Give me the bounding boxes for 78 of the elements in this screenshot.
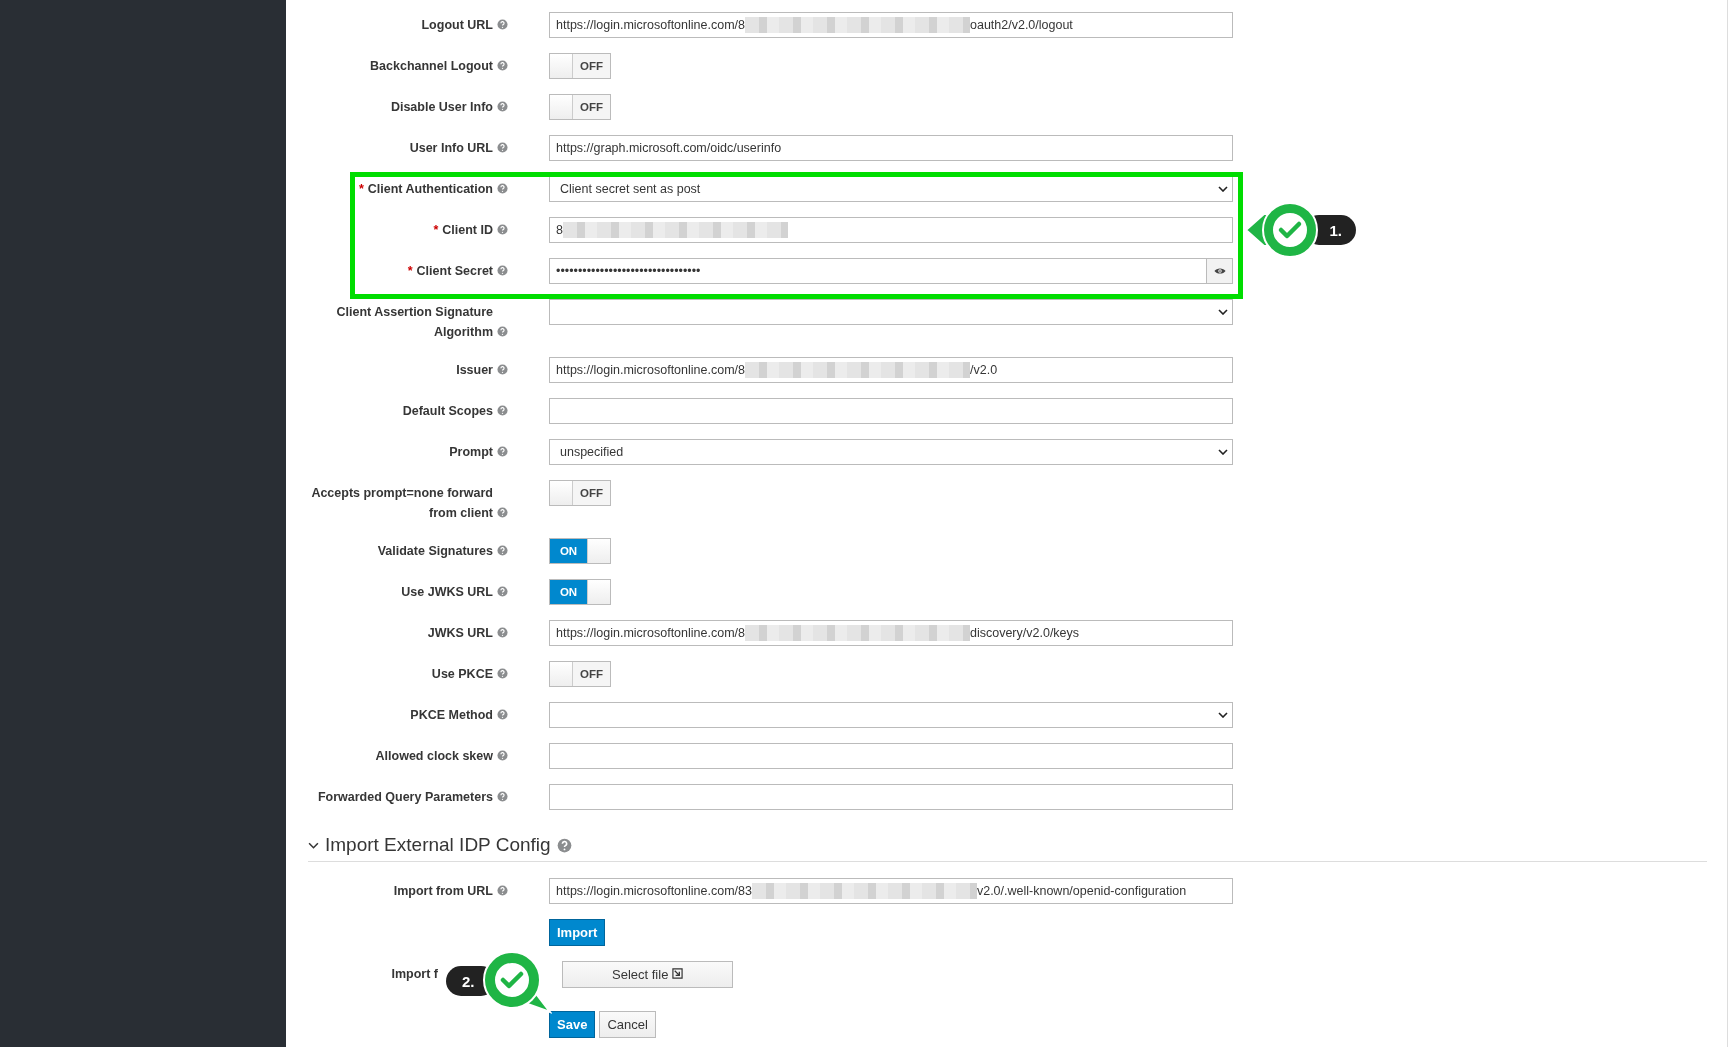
- field-label: Prompt: [449, 444, 493, 461]
- text-field[interactable]: https://login.microsoftonline.com/8 discovery/v2.0/keys: [549, 620, 1233, 646]
- help-icon[interactable]: [497, 750, 508, 761]
- show-password-button[interactable]: [1206, 259, 1232, 283]
- field-label: Allowed clock skew: [375, 748, 493, 765]
- import-button[interactable]: Import: [549, 919, 606, 946]
- cancel-button[interactable]: Cancel: [599, 1011, 656, 1038]
- field-label: Client ID: [442, 222, 493, 239]
- text-field[interactable]: 8: [549, 217, 1233, 243]
- field-label: PKCE Method: [410, 707, 493, 724]
- help-icon[interactable]: [497, 265, 508, 276]
- eye-icon: [1213, 267, 1226, 275]
- select-field[interactable]: Client secret sent as post: [549, 176, 1233, 202]
- caret-icon: [1218, 712, 1228, 718]
- toggle-switch[interactable]: OFF: [549, 480, 611, 506]
- field-label: Accepts prompt=none forward from client: [310, 485, 493, 522]
- import-icon: [672, 968, 683, 979]
- help-icon[interactable]: [497, 709, 508, 720]
- text-field[interactable]: https://login.microsoftonline.com/83 v2.0/.well-known/openid-configuration: [549, 878, 1233, 904]
- field-label: Disable User Info: [390, 99, 493, 116]
- help-icon[interactable]: [497, 326, 508, 337]
- help-icon[interactable]: [497, 885, 508, 896]
- help-icon[interactable]: [497, 545, 508, 556]
- help-icon[interactable]: [497, 183, 508, 194]
- field-label: Forwarded Query Parameters: [317, 789, 493, 806]
- help-icon[interactable]: [497, 60, 508, 71]
- help-icon[interactable]: [497, 446, 508, 457]
- required-mark: *: [433, 223, 439, 237]
- text-field[interactable]: https://graph.microsoft.com/oidc/userinfo: [549, 135, 1233, 161]
- field-label: Client Assertion Signature Algorithm: [335, 304, 493, 341]
- password-field[interactable]: •••••••••••••••••••••••••••••••••: [549, 258, 1233, 284]
- help-icon[interactable]: [497, 627, 508, 638]
- help-icon[interactable]: [497, 668, 508, 679]
- help-icon[interactable]: [497, 224, 508, 235]
- field-label: JWKS URL: [427, 625, 493, 642]
- field-label: Import f: [391, 966, 438, 983]
- field-label: User Info URL: [409, 140, 493, 157]
- field-label: Backchannel Logout: [370, 58, 493, 75]
- text-field[interactable]: https://login.microsoftonline.com/8 oauth2/v2.0/logout: [549, 12, 1233, 38]
- text-field[interactable]: [549, 784, 1233, 810]
- field-label: Issuer: [456, 362, 493, 379]
- toggle-switch[interactable]: OFF: [549, 661, 611, 687]
- help-icon[interactable]: [497, 405, 508, 416]
- field-label: Client Authentication: [367, 181, 493, 198]
- field-label: Import from URL: [393, 883, 493, 900]
- toggle-switch[interactable]: OFF: [549, 53, 611, 79]
- field-label: Default Scopes: [402, 403, 493, 420]
- caret-icon: [1218, 309, 1228, 315]
- help-icon[interactable]: [497, 507, 508, 518]
- field-label: Validate Signatures: [377, 543, 493, 560]
- field-label: Client Secret: [416, 263, 493, 280]
- toggle-switch[interactable]: ON: [549, 579, 611, 605]
- required-mark: *: [358, 182, 364, 196]
- help-icon[interactable]: [497, 791, 508, 802]
- text-field[interactable]: https://login.microsoftonline.com/8 /v2.0: [549, 357, 1233, 383]
- select-field[interactable]: unspecified: [549, 439, 1233, 465]
- help-icon[interactable]: [497, 586, 508, 597]
- text-field[interactable]: [549, 398, 1233, 424]
- text-field[interactable]: [549, 743, 1233, 769]
- help-icon[interactable]: [497, 19, 508, 30]
- field-label: Use JWKS URL: [401, 584, 493, 601]
- required-mark: *: [407, 264, 413, 278]
- field-label: Logout URL: [421, 17, 493, 34]
- field-label: Use PKCE: [431, 666, 493, 683]
- help-icon[interactable]: [556, 837, 572, 853]
- caret-icon: [1218, 449, 1228, 455]
- section-title: Import External IDP Config: [325, 834, 551, 856]
- help-icon[interactable]: [497, 364, 508, 375]
- help-icon[interactable]: [497, 142, 508, 153]
- toggle-switch[interactable]: ON: [549, 538, 611, 564]
- help-icon[interactable]: [497, 101, 508, 112]
- select-field[interactable]: [549, 299, 1233, 325]
- select-file-button[interactable]: Select file: [562, 961, 733, 988]
- select-field[interactable]: [549, 702, 1233, 728]
- caret-icon: [1218, 186, 1228, 192]
- save-button[interactable]: Save: [549, 1011, 596, 1038]
- section-header[interactable]: Import External IDP Config: [308, 834, 1707, 862]
- toggle-switch[interactable]: OFF: [549, 94, 611, 120]
